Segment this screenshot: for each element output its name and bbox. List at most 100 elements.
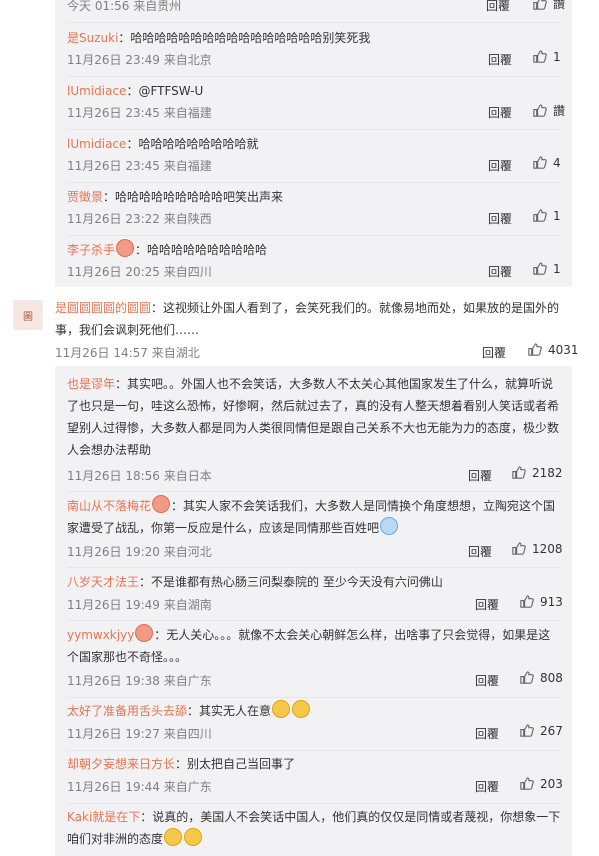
divider [67,803,562,804]
reply-text: ：不是谁都有热心肠三问梨泰院的 至少今天没有六问佛山 [139,575,443,589]
user-name[interactable]: 是Suzuki [67,31,118,45]
thumbs-up-icon [533,262,547,275]
user-name[interactable]: 李子杀手 [67,243,115,257]
reply-item: 却朝夕妄想来日方长：别太把自己当回事了 [67,753,562,775]
user-name[interactable]: 也是谬年 [67,377,115,391]
reply-meta: 11月26日 19:49 来自湖南 [67,598,212,612]
thumbs-up-icon [512,466,526,479]
reply-meta: 今天 01:56 来自贵州 [67,0,182,13]
reply-meta: 11月26日 18:56 来自日本 [67,469,212,483]
avatar[interactable]: 圖 [13,300,43,330]
like-count: 267 [540,723,563,738]
reply-button[interactable]: 回覆 [475,778,499,795]
reply-item: 八岁天才法王：不是谁都有热心肠三问梨泰院的 至少今天没有六问佛山 [67,571,562,593]
reply-button[interactable]: 回覆 [488,210,512,227]
reply-meta: 11月26日 19:38 来自广东 [67,674,212,688]
reply-meta: 11月26日 23:49 来自北京 [67,53,212,67]
divider [67,22,562,23]
reply-item: lUmidiace：哈哈哈哈哈哈哈哈哈就 [67,133,562,155]
reply-button[interactable]: 回覆 [468,543,492,560]
reply-button[interactable]: 回覆 [488,157,512,174]
reply-text: ：其实吧。。外国人也不会笑话，大多数人不太关心其他国家发生了什么，就算听说了也只… [67,377,560,457]
thumbs-up-icon [528,343,542,356]
divider [67,129,562,130]
like-button[interactable]: 讚 [532,102,565,119]
user-name[interactable]: 贾徵景 [67,190,103,204]
like-count: 1 [553,208,561,223]
reply-item: yymwxkjyy ：无人关心。。。就像不太会关心朝鲜怎么样，出啥事了只会觉得，如… [67,624,562,668]
reply-button[interactable]: 回覆 [488,263,512,280]
reply-button[interactable]: 回覆 [475,725,499,742]
like-button[interactable]: 203 [519,776,563,791]
reply-meta: 11月26日 19:20 来自河北 [67,545,212,559]
divider [67,235,562,236]
thumbs-up-icon [520,777,534,790]
like-button[interactable]: 1 [532,208,561,223]
thumbs-up-icon [533,0,547,10]
like-count: 808 [540,670,563,685]
reply-button[interactable]: 回覆 [482,344,506,361]
like-count: 1 [553,49,561,64]
like-button[interactable]: 4031 [527,342,579,357]
reply-item: 李子杀手 ：哈哈哈哈哈哈哈哈哈哈 [67,239,562,261]
like-button[interactable]: 1 [532,261,561,276]
thumbs-up-icon [533,156,547,169]
emoji-icon [152,495,171,513]
like-button[interactable]: 267 [519,723,563,738]
user-name[interactable]: Kaki就是在下 [67,810,140,824]
scared-emoji-icon [164,828,183,846]
reply-button[interactable]: 回覆 [475,596,499,613]
reply-text: ：哈哈哈哈哈哈哈哈哈就 [126,137,259,151]
thumbs-up-icon [520,724,534,737]
comment-thread: 今天 01:56 来自贵州 回覆 讚 是Suzuki：哈哈哈哈哈哈哈哈哈哈哈哈哈… [0,0,599,856]
user-name[interactable]: 太好了准备用舌头去舔 [67,704,187,718]
thumbs-up-icon [512,542,526,555]
user-name[interactable]: 南山从不落梅花 [67,499,151,513]
reply-button[interactable]: 回覆 [488,104,512,121]
divider [67,76,562,77]
like-button[interactable]: 4 [532,155,561,170]
like-count: 203 [540,776,563,791]
smile-emoji-icon [272,700,291,718]
user-name[interactable]: yymwxkjyy [67,628,134,642]
emoji-icon [135,624,154,642]
like-count: 1 [553,261,561,276]
reply-button[interactable]: 回覆 [488,51,512,68]
user-name[interactable]: lUmidiace [67,137,126,151]
like-button[interactable]: 808 [519,670,563,685]
emoji-icon [380,517,399,535]
emoji-icon [116,239,135,257]
user-name[interactable]: 是圆圆圆圆的圆圆 [55,301,151,315]
like-count: 4 [553,155,561,170]
main-comment: 是圆圆圆圆的圆圆：这视频让外国人看到了，会笑死我们的。就像易地而处，如果放的是国… [55,297,568,341]
user-name[interactable]: lUmidiace [67,84,126,98]
reply-meta: 11月26日 23:45 来自福建 [67,106,212,120]
divider [67,697,562,698]
comment-meta: 11月26日 14:57 来自湖北 [55,346,200,360]
user-name[interactable]: 八岁天才法王 [67,575,139,589]
reply-item: 贾徵景：哈哈哈哈哈哈哈哈哈吧笑出声来 [67,186,562,208]
like-button[interactable]: 2182 [511,465,563,480]
user-name[interactable]: 却朝夕妄想来日方长 [67,757,175,771]
reply-item: 也是谬年：其实吧。。外国人也不会笑话，大多数人不太关心其他国家发生了什么，就算听… [67,373,562,461]
reply-text: ：@FTFSW-U [126,84,204,98]
reply-button[interactable]: 回覆 [468,467,492,484]
like-button[interactable]: 913 [519,594,563,609]
reply-text: ：其实无人在意 [187,704,272,718]
thumbs-up-icon [533,104,547,117]
reply-text: ：哈哈哈哈哈哈哈哈哈哈哈哈哈哈哈哈别笑死我 [118,31,371,45]
reply-item: 是Suzuki：哈哈哈哈哈哈哈哈哈哈哈哈哈哈哈哈别笑死我 [67,27,562,49]
reply-item: 太好了准备用舌头去舔：其实无人在意 [67,700,562,722]
reply-text: ：别太把自己当回事了 [175,757,296,771]
reply-text: ：哈哈哈哈哈哈哈哈哈哈 [135,243,268,257]
reply-item: Kaki就是在下：说真的，美国人不会笑话中国人，他们真的仅仅是同情或者蔑视，你想… [67,806,562,850]
like-button[interactable]: 讚 [532,0,565,12]
like-count: 4031 [548,342,579,357]
reply-meta: 11月26日 23:22 来自陕西 [67,212,212,226]
reply-button[interactable]: 回覆 [486,0,510,14]
like-button[interactable]: 1208 [511,541,563,556]
like-button[interactable]: 1 [532,49,561,64]
divider [67,620,562,621]
thumbs-up-icon [520,671,534,684]
reply-button[interactable]: 回覆 [475,672,499,689]
